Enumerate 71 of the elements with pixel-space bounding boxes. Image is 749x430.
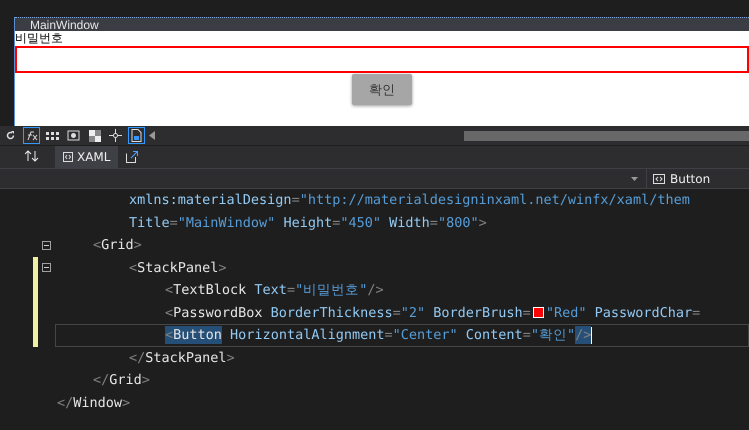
code-token: = — [292, 191, 300, 210]
code-token: /> — [367, 281, 384, 300]
code-token: = — [522, 326, 531, 344]
password-field[interactable] — [15, 46, 749, 73]
code-token: > — [122, 394, 130, 412]
code-token: </ — [93, 371, 110, 390]
code-token: xmlns:materialDesign — [129, 191, 292, 210]
code-token: </ — [129, 348, 146, 367]
code-token: StackPanel — [137, 258, 218, 277]
code-token: > — [226, 348, 235, 367]
formula-icon[interactable] — [23, 127, 40, 144]
code-token: "2" — [400, 304, 426, 322]
code-token: BorderBrush — [432, 304, 523, 322]
code-icon — [63, 152, 73, 162]
code-token: PasswordBox — [173, 304, 263, 322]
code-token: Width — [388, 214, 430, 232]
swap-icon[interactable] — [25, 150, 39, 162]
code-token: > — [142, 371, 150, 390]
code-token: > — [134, 236, 142, 254]
confirm-button[interactable]: 확인 — [352, 74, 412, 105]
code-token: > — [478, 214, 487, 232]
scrollbar-thumb[interactable] — [464, 130, 749, 140]
code-token: Grid — [101, 236, 134, 254]
code-token: "800" — [438, 214, 479, 232]
code-token: = — [430, 214, 438, 232]
code-token: Button — [173, 326, 222, 344]
code-token: /> — [575, 326, 592, 344]
window-title: MainWindow — [30, 18, 99, 30]
code-token: Grid — [109, 371, 142, 390]
checker-icon[interactable] — [86, 127, 103, 144]
code-token: BorderThickness — [270, 304, 393, 322]
password-label: 비밀번호 — [15, 31, 63, 46]
scroll-left-icon[interactable] — [149, 131, 155, 140]
code-token: HorizontalAlignment — [229, 326, 384, 344]
code-token: = — [392, 304, 401, 322]
xaml-tab[interactable]: XAML — [55, 146, 118, 168]
code-token: TextBlock — [173, 281, 246, 300]
code-icon — [653, 174, 665, 184]
code-token: PasswordChar — [594, 304, 692, 322]
code-token: </ — [57, 394, 74, 412]
code-token: "Center" — [392, 326, 458, 344]
fold-icon[interactable] — [42, 263, 51, 272]
code-token: "450" — [340, 214, 382, 232]
document-icon[interactable] — [128, 127, 145, 144]
code-token: > — [218, 258, 227, 277]
crosshair-icon[interactable] — [107, 127, 124, 144]
code-token: "http://materialdesigninxaml.net/winfx/xaml/them — [300, 191, 690, 210]
code-token: < — [165, 304, 174, 322]
code-token: Height — [282, 214, 332, 232]
code-token: = — [286, 281, 296, 300]
code-token: = — [692, 304, 700, 322]
code-token: = — [522, 304, 531, 322]
code-token: "MainWindow" — [178, 214, 276, 232]
code-token: "비밀번호" — [295, 281, 368, 300]
code-token: < — [165, 326, 174, 344]
code-token: = — [170, 214, 178, 232]
popout-icon[interactable] — [126, 151, 138, 163]
code-token: Content — [464, 326, 523, 344]
code-token: Window — [73, 394, 122, 412]
fold-icon[interactable] — [42, 240, 51, 250]
code-token: "Red" — [546, 304, 586, 322]
code-token: < — [129, 258, 138, 277]
code-token: = — [384, 326, 393, 344]
code-token: = — [332, 214, 340, 232]
code-token: < — [93, 236, 102, 254]
code-token: "확인" — [530, 326, 576, 344]
code-token: Text — [253, 281, 287, 300]
code-token: Title — [129, 214, 170, 232]
dropdown-caret-icon[interactable] — [631, 176, 638, 180]
code-token: < — [165, 281, 174, 300]
code-token: StackPanel — [145, 348, 227, 367]
